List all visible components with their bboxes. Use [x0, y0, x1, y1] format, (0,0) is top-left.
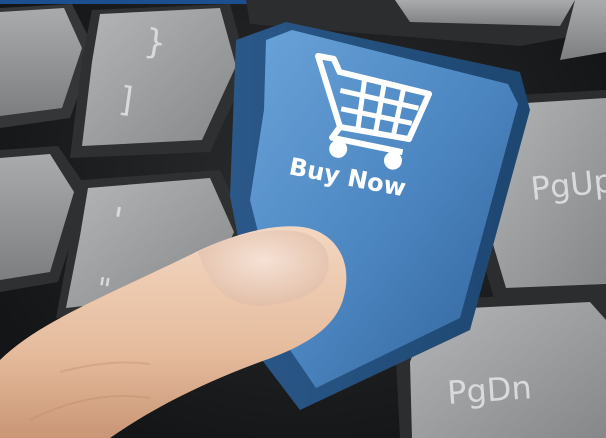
- keyboard-illustration: } ] ' " PgUp PgDn Buy Now: [0, 0, 606, 438]
- pgdn-key-label: PgDn: [446, 368, 533, 412]
- key-brace: } ]: [70, 4, 248, 158]
- pgup-key-label: PgUp: [529, 161, 606, 208]
- keyboard-photo: } ] ' " PgUp PgDn Buy Now: [0, 0, 606, 438]
